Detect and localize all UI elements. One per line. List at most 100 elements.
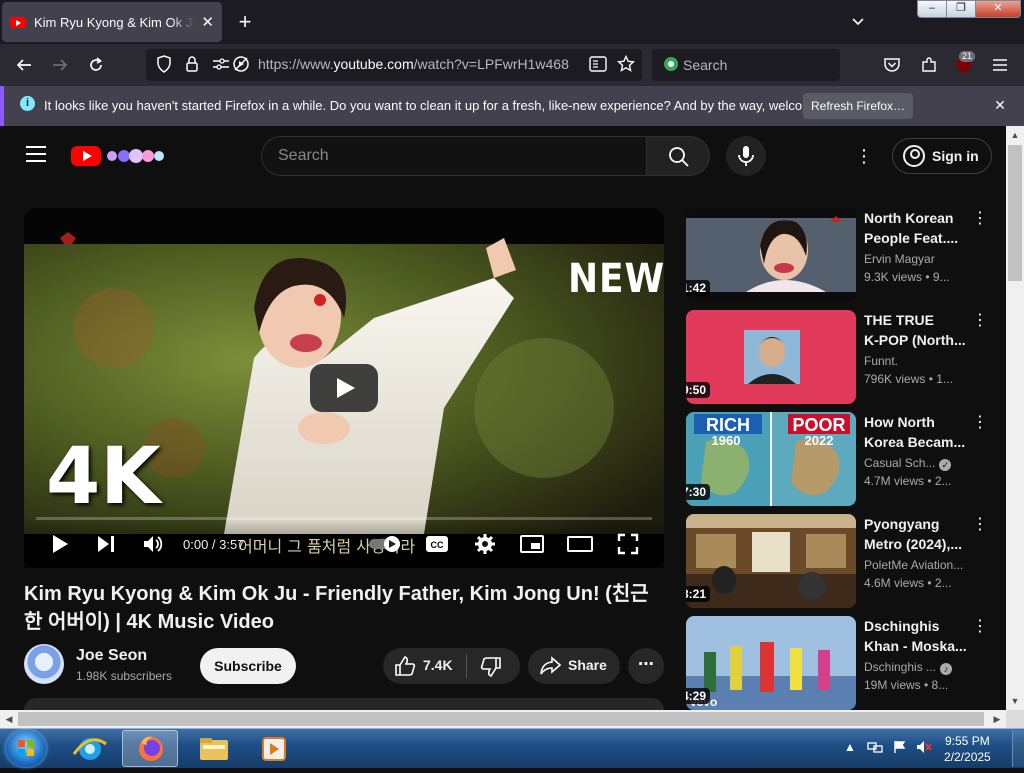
more-actions-button[interactable]: ⋯ — [628, 648, 664, 684]
start-button[interactable] — [6, 730, 46, 767]
permissions-icon[interactable] — [210, 53, 232, 75]
play-icon[interactable] — [48, 531, 72, 557]
firefox-taskbar-icon[interactable] — [122, 730, 178, 767]
lock-icon[interactable] — [181, 53, 203, 75]
kebab-menu-icon[interactable]: ⋮ — [972, 210, 988, 230]
sign-in-button[interactable]: Sign in — [892, 138, 992, 174]
tab-close-icon[interactable]: ✕ — [201, 13, 214, 31]
show-desktop-button[interactable] — [1012, 730, 1024, 767]
recommendation-channel[interactable]: Ervin Magyar — [864, 252, 935, 266]
search-engine-icon[interactable] — [662, 55, 680, 73]
browser-tab-active[interactable]: Kim Ryu Kyong & Kim Ok Ju - F ✕ — [2, 2, 222, 42]
scroll-left-arrow-icon[interactable]: ◀ — [0, 710, 18, 728]
kebab-menu-icon[interactable]: ⋮ — [972, 312, 988, 332]
settings-kebab-icon[interactable]: ⋮ — [854, 146, 874, 166]
video-duration: 27:30 — [686, 484, 710, 500]
recommendation-title[interactable]: THE TRUE K-POP (North... — [864, 310, 968, 350]
youtube-doodle-logo[interactable] — [104, 145, 168, 167]
recommendation-thumbnail[interactable]: 49:50 — [686, 310, 856, 404]
recommendation-channel[interactable]: Casual Sch... ✓ — [864, 456, 952, 471]
refresh-firefox-button[interactable]: Refresh Firefox… — [803, 93, 913, 119]
recommendation-channel[interactable]: Funnt. — [864, 354, 898, 368]
recommendation-title[interactable]: Dschinghis Khan - Moska... — [864, 616, 968, 656]
back-arrow-icon[interactable] — [11, 52, 37, 78]
svg-text:RICH: RICH — [706, 415, 750, 435]
settings-gear-icon[interactable] — [472, 531, 498, 557]
window-restore-button[interactable]: ❐ — [946, 0, 976, 18]
action-center-flag-icon[interactable] — [891, 740, 909, 756]
video-duration: 23:21 — [686, 586, 710, 602]
reload-icon[interactable] — [83, 52, 109, 78]
system-clock[interactable]: 9:55 PM 2/2/2025 — [944, 733, 991, 765]
extensions-puzzle-icon[interactable] — [916, 52, 942, 78]
url-text[interactable]: https://www.youtube.com/watch?v=LPFwrH1w… — [258, 56, 569, 72]
tracking-shield-icon[interactable] — [153, 53, 175, 75]
thumbs-up-icon[interactable] — [394, 655, 416, 677]
channel-avatar[interactable] — [24, 644, 64, 684]
file-explorer-icon[interactable] — [186, 730, 242, 767]
browser-search-bar[interactable] — [652, 49, 840, 81]
next-video-icon[interactable] — [94, 531, 118, 557]
window-minimize-button[interactable]: – — [917, 0, 947, 18]
kebab-menu-icon[interactable]: ⋮ — [972, 414, 988, 434]
internet-explorer-icon[interactable] — [62, 730, 118, 767]
recommendation-item[interactable]: 49:50 THE TRUEK-POP (North... Funnt. 796… — [686, 310, 996, 404]
kebab-menu-icon[interactable]: ⋮ — [972, 516, 988, 536]
new-overlay-text: NEW — [568, 256, 666, 302]
video-progress-bar[interactable] — [36, 517, 652, 520]
recommendation-title[interactable]: Pyongyang Metro (2024),... — [864, 514, 968, 554]
youtube-search-button[interactable] — [646, 136, 710, 176]
youtube-logo-icon[interactable] — [71, 146, 101, 166]
volume-icon[interactable] — [140, 531, 166, 557]
recommendation-thumbnail[interactable]: RICH 1960 POOR 2022 27:30 — [686, 412, 856, 506]
reader-view-icon[interactable] — [587, 53, 609, 75]
svg-text:POOR: POOR — [792, 415, 845, 435]
recommendation-channel[interactable]: Dschinghis ... ♪ — [864, 660, 953, 675]
recommendation-item[interactable]: RICH 1960 POOR 2022 27:30 How NorthKorea… — [686, 412, 996, 506]
notification-close-icon[interactable]: ✕ — [990, 95, 1010, 115]
scroll-right-arrow-icon[interactable]: ▶ — [988, 710, 1006, 728]
app-menu-hamburger-icon[interactable] — [987, 52, 1013, 78]
forward-arrow-icon[interactable] — [47, 52, 73, 78]
recommendation-item[interactable]: vevo 4:29 DschinghisKhan - Moska... Dsch… — [686, 616, 996, 710]
theater-mode-icon[interactable] — [567, 531, 593, 557]
media-player-icon[interactable] — [246, 730, 302, 767]
new-tab-button[interactable]: + — [232, 8, 258, 36]
video-duration: 49:50 — [686, 382, 710, 398]
autoplay-blocked-icon[interactable] — [230, 53, 252, 75]
large-play-button[interactable] — [310, 364, 378, 412]
fullscreen-icon[interactable] — [615, 531, 641, 557]
recommendation-thumbnail[interactable]: 23:21 — [686, 514, 856, 608]
kebab-menu-icon[interactable]: ⋮ — [972, 618, 988, 638]
recommendation-thumbnail[interactable]: 1:01:42 — [686, 208, 856, 302]
horizontal-scroll-thumb[interactable] — [18, 712, 984, 726]
network-icon[interactable] — [866, 740, 884, 756]
vertical-scroll-thumb[interactable] — [1008, 145, 1022, 281]
recommendation-title[interactable]: How North Korea Becam... — [864, 412, 968, 452]
volume-muted-icon[interactable] — [915, 740, 933, 756]
recommendation-title[interactable]: North Korean People Feat.... — [864, 208, 968, 248]
guide-menu-icon[interactable] — [26, 146, 46, 162]
recommendation-item[interactable]: 23:21 PyongyangMetro (2024),... PoletMe … — [686, 514, 996, 608]
closed-captions-icon[interactable]: CC — [424, 531, 450, 557]
recommendation-thumbnail[interactable]: vevo 4:29 — [686, 616, 856, 710]
tab-list-chevron-icon[interactable] — [846, 10, 870, 34]
subscribe-button[interactable]: Subscribe — [200, 648, 296, 684]
notification-text: It looks like you haven't started Firefo… — [44, 98, 855, 113]
scroll-down-arrow-icon[interactable]: ▼ — [1006, 692, 1024, 710]
window-close-button[interactable]: ✕ — [975, 0, 1021, 18]
bookmark-star-icon[interactable] — [615, 53, 637, 75]
autoplay-toggle[interactable] — [368, 531, 404, 557]
recommendation-channel[interactable]: PoletMe Aviation... — [864, 558, 963, 572]
verified-check-icon: ✓ — [939, 459, 952, 471]
recommendation-item[interactable]: 1:01:42 North KoreanPeople Feat.... Ervi… — [686, 208, 996, 302]
voice-search-button[interactable] — [726, 136, 766, 176]
channel-name[interactable]: Joe Seon — [76, 647, 147, 665]
like-count[interactable]: 7.4K — [423, 657, 453, 673]
show-hidden-icons-arrow[interactable]: ▲ — [843, 740, 857, 756]
video-duration: 1:01:42 — [686, 280, 710, 296]
thumbs-down-icon[interactable] — [480, 656, 502, 678]
scroll-up-arrow-icon[interactable]: ▲ — [1006, 126, 1024, 144]
pocket-icon[interactable] — [879, 52, 905, 78]
miniplayer-icon[interactable] — [519, 531, 545, 557]
